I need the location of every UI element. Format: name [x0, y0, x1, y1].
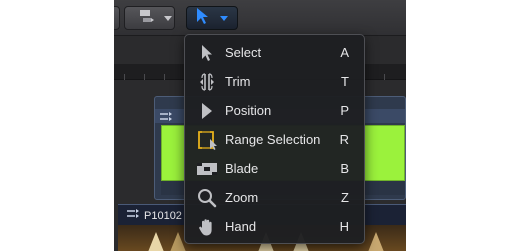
- menu-item-shortcut: B: [340, 161, 349, 176]
- menu-item-shortcut: R: [339, 132, 349, 147]
- tool-menu: Select A Trim T Position P Range Selecti…: [184, 34, 365, 244]
- toolbar: [114, 0, 406, 36]
- blade-icon: [196, 158, 218, 180]
- menu-item-label: Zoom: [225, 190, 259, 205]
- menu-item-trim[interactable]: Trim T: [185, 67, 364, 96]
- chevron-down-icon: [163, 9, 172, 27]
- select-arrow-icon: [196, 7, 210, 30]
- toolbar-edge-button[interactable]: [114, 6, 120, 30]
- connect-clip-icon: [138, 8, 154, 29]
- menu-item-shortcut: H: [339, 219, 349, 234]
- menu-item-zoom[interactable]: Zoom Z: [185, 183, 364, 212]
- menu-item-blade[interactable]: Blade B: [185, 154, 364, 183]
- menu-item-shortcut: A: [340, 45, 349, 60]
- ruler-tick: [124, 74, 125, 80]
- menu-item-position[interactable]: Position P: [185, 96, 364, 125]
- menu-item-label: Trim: [225, 74, 251, 89]
- menu-item-select[interactable]: Select A: [185, 38, 364, 67]
- menu-item-hand[interactable]: Hand H: [185, 212, 364, 241]
- hand-icon: [196, 216, 218, 238]
- menu-item-label: Select: [225, 45, 262, 60]
- menu-item-shortcut: Z: [341, 190, 349, 205]
- filmstrip-frame: [368, 232, 384, 251]
- menu-item-shortcut: T: [341, 74, 349, 89]
- menu-item-label: Blade: [225, 161, 259, 176]
- select-arrow-icon: [196, 42, 218, 64]
- menu-item-label: Position: [225, 103, 272, 118]
- range-selection-icon: [196, 129, 218, 151]
- connect-options-button[interactable]: [161, 6, 175, 30]
- menu-item-range-selection[interactable]: Range Selection R: [185, 125, 364, 154]
- chevron-down-icon: [220, 9, 228, 27]
- menu-item-label: Hand: [225, 219, 257, 234]
- clip-name: P10102: [144, 210, 182, 222]
- ruler-tick: [164, 74, 165, 80]
- filmstrip-frame: [148, 232, 164, 251]
- clip-menu-icon[interactable]: [126, 208, 140, 224]
- ruler-tick: [384, 74, 385, 80]
- trim-icon: [196, 71, 218, 93]
- menu-item-shortcut: P: [340, 103, 349, 118]
- tool-selector-button[interactable]: [186, 6, 238, 30]
- clip-label: P10102: [126, 209, 182, 223]
- menu-item-label: Range Selection: [225, 132, 321, 147]
- zoom-icon: [196, 187, 218, 209]
- ruler-tick: [144, 74, 145, 80]
- position-icon: [196, 100, 218, 122]
